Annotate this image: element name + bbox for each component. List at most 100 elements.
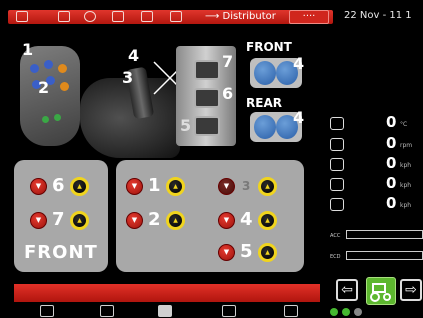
home-icon[interactable] — [16, 11, 28, 22]
callout-5: 5 — [180, 116, 192, 135]
valve-up-icon[interactable]: ▲ — [258, 177, 277, 196]
readout-value: 0 — [386, 154, 397, 172]
wrench-icon[interactable] — [112, 11, 124, 22]
callout-6: 6 — [222, 84, 234, 103]
valve-down-icon[interactable]: ▼ — [218, 212, 235, 229]
footer-camera-icon[interactable] — [158, 305, 172, 317]
indicator-light-icon — [330, 308, 338, 316]
joystick-button-blue — [44, 60, 53, 69]
readout-unit: kph — [400, 162, 412, 169]
tractor-icon — [370, 283, 391, 302]
readout-unit: rpm — [400, 142, 413, 149]
rear-valves-panel: ▼ 1 ▲ ▼ 3 ▲ ▼ 2 ▲ ▼ 4 ▲ ▼ 5 ▲ — [116, 160, 304, 272]
valve-row-3[interactable]: ▼ 3 ▲ — [214, 176, 294, 198]
valve-up-icon[interactable]: ▲ — [70, 177, 89, 196]
refresh-icon[interactable] — [84, 11, 96, 22]
engine-icon — [330, 138, 344, 151]
acc-bar — [346, 230, 423, 239]
footer-iso-icon[interactable] — [284, 305, 298, 317]
front-valves-panel: ▼ 6 ▲ ▼ 7 ▲ FRONT — [14, 160, 108, 272]
temperature-icon — [330, 117, 344, 130]
distributor-menu-button[interactable]: ···· — [289, 10, 329, 24]
readout-value: 0 — [386, 113, 397, 131]
tractor-mode-button[interactable] — [366, 277, 396, 305]
radar-icon — [330, 198, 344, 211]
joystick-button-orange — [60, 82, 69, 91]
callout-3: 3 — [122, 68, 134, 87]
ecd-label: ECD — [330, 254, 341, 260]
switch-slot — [194, 60, 220, 80]
readout-value: 0 — [386, 194, 397, 212]
footer-display-icon[interactable] — [100, 305, 114, 317]
valve-row-5[interactable]: ▼ 5 ▲ — [214, 241, 294, 264]
valve-down-icon[interactable]: ▼ — [126, 178, 143, 195]
date-time-display: 22 Nov - 11 1 — [344, 10, 412, 21]
valve-up-icon[interactable]: ▲ — [258, 211, 277, 230]
status-bar — [14, 284, 320, 302]
valve-number: 3 — [242, 179, 251, 193]
readout-value: 0 — [386, 174, 397, 192]
valve-row-7[interactable]: ▼ 7 ▲ — [22, 209, 102, 232]
valve-row-6[interactable]: ▼ 6 ▲ — [22, 175, 102, 198]
footer-tool-icon[interactable] — [222, 305, 236, 317]
joystick-button-orange — [58, 64, 67, 73]
valve-down-icon[interactable]: ▼ — [30, 178, 47, 195]
valve-up-icon[interactable]: ▲ — [166, 211, 185, 230]
readout-unit: kph — [400, 182, 412, 189]
axle-rear-label: REAR — [246, 96, 282, 110]
callout-7: 7 — [222, 52, 234, 71]
valve-number: 7 — [52, 209, 65, 230]
machine-illustration: 1 2 4 3 5 6 7 FRONT 4 REAR 4 — [10, 38, 322, 160]
readout-value: 0 — [386, 134, 397, 152]
callout-4-front: 4 — [293, 54, 305, 73]
valve-number: 5 — [240, 241, 253, 262]
grid-icon[interactable] — [141, 11, 153, 22]
valve-number: 6 — [52, 175, 65, 196]
top-bar: ⟶ Distributor ···· 22 Nov - 11 1 — [0, 0, 423, 42]
switch-slot — [194, 116, 220, 136]
valve-down-icon[interactable]: ▼ — [218, 178, 235, 195]
valve-down-icon[interactable]: ▼ — [126, 212, 143, 229]
valve-row-2[interactable]: ▼ 2 ▲ — [122, 209, 202, 232]
callout-4: 4 — [128, 46, 140, 65]
ecd-bar — [346, 251, 423, 260]
valve-up-icon[interactable]: ▲ — [258, 243, 277, 262]
callout-1: 1 — [22, 40, 34, 59]
readout-radar-speed: 0 kph — [330, 194, 423, 214]
joystick-button-green — [42, 116, 49, 123]
wheel-icon — [254, 115, 276, 139]
valve-down-icon[interactable]: ▼ — [30, 212, 47, 229]
valve-number: 4 — [240, 209, 253, 230]
readout-temperature: 0 °C — [330, 113, 423, 133]
readout-unit: °C — [400, 121, 408, 128]
valve-row-4[interactable]: ▼ 4 ▲ — [214, 209, 294, 232]
ground-speed-icon — [330, 178, 344, 191]
screen-title: ⟶ Distributor — [205, 11, 276, 22]
valve-down-icon[interactable]: ▼ — [218, 244, 235, 261]
indicator-light-icon — [342, 308, 350, 316]
footer-settings-icon[interactable] — [40, 305, 54, 317]
switch-slot — [194, 88, 220, 108]
previous-arrow-icon[interactable]: ⇦ — [336, 279, 358, 301]
valve-number: 1 — [148, 175, 161, 196]
valve-number: 2 — [148, 209, 161, 230]
joystick-button-blue — [30, 64, 39, 73]
calendar-icon[interactable] — [170, 11, 182, 22]
front-panel-label: FRONT — [24, 242, 98, 263]
readout-ground-speed: 0 kph — [330, 174, 423, 194]
callout-4-rear: 4 — [293, 108, 305, 127]
callout-2: 2 — [38, 78, 50, 97]
readout-engine-speed: 0 rpm — [330, 134, 423, 154]
valve-up-icon[interactable]: ▲ — [70, 211, 89, 230]
axle-front-label: FRONT — [246, 40, 292, 54]
valve-up-icon[interactable]: ▲ — [166, 177, 185, 196]
left-joystick — [20, 46, 80, 146]
next-arrow-icon[interactable]: ⇨ — [400, 279, 422, 301]
status-readouts: 0 °C 0 rpm 0 kph 0 kph 0 kph — [330, 113, 423, 235]
readout-unit: kph — [400, 202, 412, 209]
document-icon[interactable] — [58, 11, 70, 22]
acc-label: ACC — [330, 233, 341, 239]
valve-row-1[interactable]: ▼ 1 ▲ — [122, 175, 202, 198]
indicator-light-icon — [354, 308, 362, 316]
wheel-icon — [254, 61, 276, 85]
